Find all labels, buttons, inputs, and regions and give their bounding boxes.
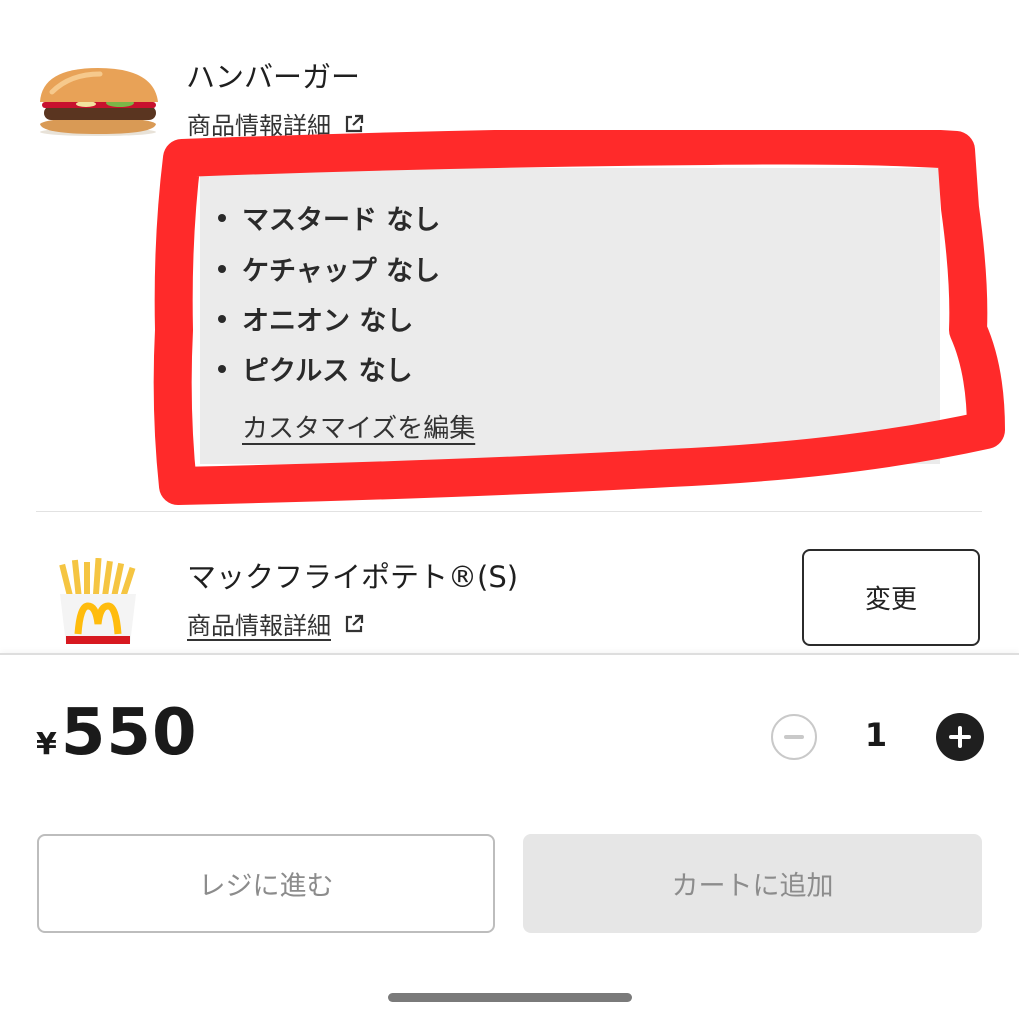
product-detail-link-hamburger[interactable]: 商品情報詳細 xyxy=(187,106,365,141)
customization-option: ケチャップ なし xyxy=(214,249,440,288)
proceed-to-checkout-button[interactable]: レジに進む xyxy=(37,834,495,933)
bullet-icon xyxy=(218,213,226,222)
add-to-cart-button[interactable]: カートに追加 xyxy=(523,834,982,933)
product-detail-label: 商品情報詳細 xyxy=(187,612,331,640)
product-detail-link-fries[interactable]: 商品情報詳細 xyxy=(187,606,365,641)
external-link-icon xyxy=(345,614,364,632)
french-fries-image xyxy=(59,558,136,644)
bullet-icon xyxy=(218,264,226,273)
currency-symbol: ¥ xyxy=(36,727,57,762)
external-link-icon xyxy=(345,114,364,132)
decrease-quantity-button[interactable] xyxy=(771,714,817,760)
customization-option: ピクルス なし xyxy=(214,349,413,388)
price-amount: 550 xyxy=(60,696,198,770)
hamburger-image xyxy=(40,68,158,136)
product-detail-label: 商品情報詳細 xyxy=(187,112,331,140)
quantity-value: 1 xyxy=(864,716,888,754)
customization-option: マスタード なし xyxy=(214,198,440,237)
bullet-icon xyxy=(218,314,226,323)
increase-quantity-button[interactable] xyxy=(936,713,984,761)
change-button[interactable]: 変更 xyxy=(802,549,980,646)
item-name-hamburger: ハンバーガー xyxy=(186,60,361,94)
item-name-fries: マックフライポテト®(S) xyxy=(187,560,519,594)
item-divider xyxy=(36,511,982,512)
bullet-icon xyxy=(218,364,226,373)
customization-option: オニオン なし xyxy=(214,299,413,338)
home-indicator[interactable] xyxy=(388,993,632,1002)
edit-customization-link[interactable]: カスタマイズを編集 xyxy=(242,408,475,445)
total-price: ¥ 550 xyxy=(36,696,197,770)
